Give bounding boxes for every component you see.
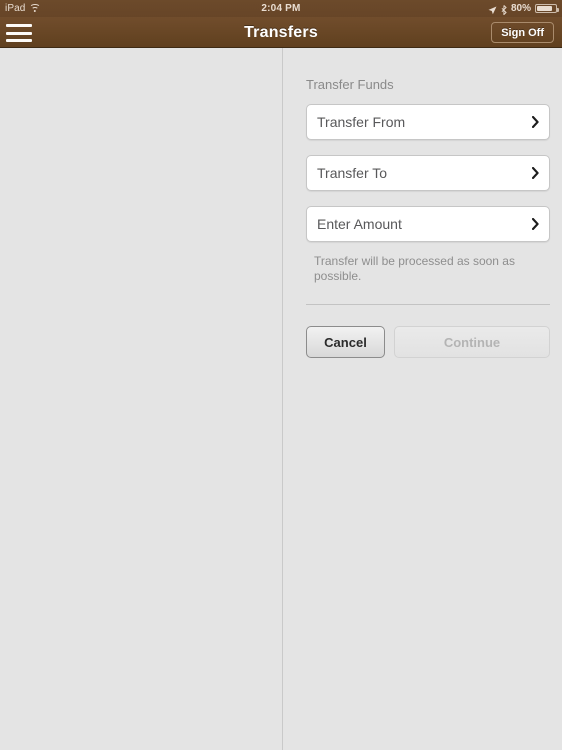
page-title: Transfers [244,24,318,41]
section-title: Transfer Funds [306,77,394,92]
transfer-from-label: Transfer From [317,114,406,130]
status-bar: iPad 2:04 PM 80% [0,0,562,17]
battery-percent: 80% [510,3,531,14]
transfer-from-field[interactable]: Transfer From [306,104,550,140]
transfer-to-label: Transfer To [317,165,388,181]
battery-icon [535,4,559,13]
form-divider [306,304,550,305]
status-bar-right: 80% [488,0,559,17]
transfer-form-pane: Transfer Funds Transfer From Transfer To… [284,48,562,750]
helper-text: Transfer will be processed as soon as po… [314,254,515,283]
chevron-right-icon [532,218,539,230]
status-bar-time: 2:04 PM [261,3,301,14]
left-empty-pane [0,48,283,750]
navigation-bar: Transfers Sign Off [0,17,562,48]
location-arrow-icon [488,4,497,15]
ipad-transfers-screen: iPad 2:04 PM 80% Transfers Sign Off Tran… [0,0,562,750]
chevron-right-icon [532,167,539,179]
chevron-right-icon [532,116,539,128]
bluetooth-icon [501,4,507,16]
cancel-button[interactable]: Cancel [306,326,385,358]
transfer-to-field[interactable]: Transfer To [306,155,550,191]
sign-off-button[interactable]: Sign Off [491,22,554,43]
continue-button[interactable]: Continue [394,326,550,358]
enter-amount-field[interactable]: Enter Amount [306,206,550,242]
enter-amount-label: Enter Amount [317,216,402,232]
content-area: Transfer Funds Transfer From Transfer To… [0,48,562,750]
